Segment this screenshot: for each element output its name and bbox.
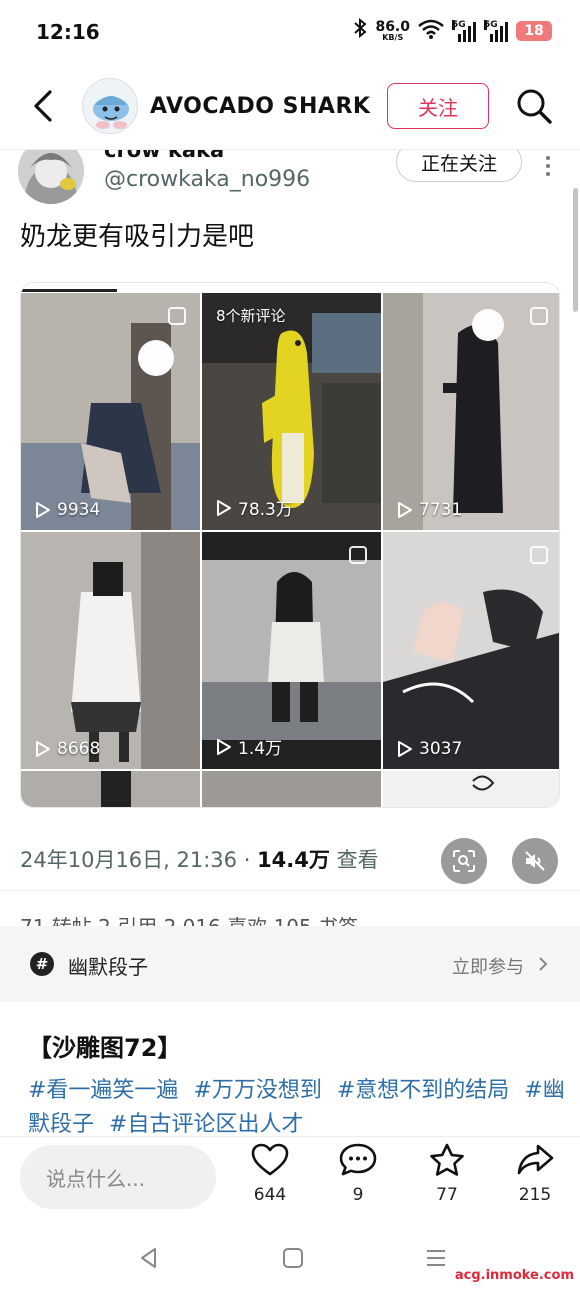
- follow-button[interactable]: 关注: [387, 83, 489, 129]
- media-thumbnail[interactable]: 9934: [21, 293, 200, 530]
- scrollbar[interactable]: [573, 188, 578, 312]
- media-thumbnail[interactable]: [21, 771, 200, 807]
- wifi-icon: [418, 19, 444, 43]
- signal-icon-sim2: 5G: [484, 19, 508, 42]
- status-bar: 12:16 86.0 KB/S 5G 5G 18: [0, 0, 580, 64]
- scan-icon[interactable]: [441, 838, 487, 884]
- heart-icon: [251, 1143, 289, 1176]
- tweet-text: 奶龙更有吸引力是吧: [20, 222, 255, 252]
- play-icon: [217, 499, 231, 516]
- nav-recents-icon[interactable]: [424, 1246, 448, 1270]
- tweet-stats-text: 71 转帖 2 引用 2,016 喜欢 105 书签: [20, 911, 358, 926]
- bluetooth-icon: [353, 17, 367, 43]
- play-icon: [398, 502, 412, 518]
- hashtag-list: #看一遍笑一遍 #万万没想到 #意想不到的结局 #幽默段子 #自古评论区出人才: [28, 1074, 568, 1136]
- media-thumbnail[interactable]: 8个新评论 78.3万: [202, 293, 381, 530]
- play-icon: [217, 738, 231, 755]
- video-view-count: 78.3万: [216, 495, 293, 520]
- new-comments-badge: 8个新评论: [216, 307, 286, 325]
- video-view-count: 1.4万: [216, 734, 282, 759]
- hashtag-link[interactable]: #看一遍笑一遍: [28, 1078, 178, 1103]
- mute-icon[interactable]: [512, 838, 558, 884]
- nav-back-icon[interactable]: [137, 1246, 161, 1270]
- like-count: 644: [253, 1185, 287, 1205]
- play-icon: [36, 502, 50, 518]
- more-options-icon[interactable]: [544, 154, 552, 178]
- back-arrow-icon[interactable]: [28, 86, 58, 126]
- share-count: 215: [518, 1185, 552, 1205]
- star-icon: [430, 1143, 464, 1176]
- favorite-count: 77: [436, 1185, 458, 1205]
- author-avatar[interactable]: [18, 150, 84, 204]
- media-thumbnail[interactable]: 7731: [383, 293, 559, 530]
- tweet-view-count: 14.4万: [257, 848, 330, 872]
- channel-avatar[interactable]: [82, 78, 138, 134]
- video-view-count: 7731: [397, 500, 462, 520]
- hashtag-link[interactable]: #意想不到的结局: [337, 1078, 509, 1103]
- watermark: acg.inmoke.com: [454, 1268, 574, 1283]
- topic-bar[interactable]: # 幽默段子 立即参与: [0, 926, 580, 1002]
- video-view-count: 8668: [35, 739, 100, 759]
- video-view-count: 3037: [397, 739, 462, 759]
- post-title: 【沙雕图72】: [28, 1034, 182, 1062]
- comment-count: 9: [352, 1185, 364, 1205]
- battery-icon: 18: [516, 20, 552, 41]
- play-icon: [36, 741, 50, 757]
- select-checkbox[interactable]: [530, 546, 548, 564]
- select-checkbox[interactable]: [168, 307, 186, 325]
- embedded-tweet: crow kaka @crowkaka_no996 正在关注 奶龙更有吸引力是吧…: [0, 150, 580, 890]
- comment-input[interactable]: 说点什么...: [20, 1145, 216, 1209]
- nav-home-icon[interactable]: [281, 1246, 305, 1270]
- media-tab-indicator: [21, 289, 117, 292]
- media-thumbnail[interactable]: [202, 771, 381, 807]
- join-topic-link[interactable]: 立即参与: [452, 953, 524, 979]
- following-button[interactable]: 正在关注: [396, 150, 522, 182]
- search-icon[interactable]: [514, 86, 554, 126]
- media-thumbnail[interactable]: 8668: [21, 532, 200, 769]
- media-thumbnail[interactable]: 3037: [383, 532, 559, 769]
- select-checkbox[interactable]: [349, 546, 367, 564]
- channel-title: AVOCADO SHARK: [150, 94, 371, 119]
- hashtag-link[interactable]: #万万没想到: [193, 1078, 321, 1103]
- author-name[interactable]: crow kaka: [104, 150, 224, 162]
- comment-button[interactable]: 9: [328, 1143, 388, 1205]
- like-button[interactable]: 644: [240, 1143, 300, 1205]
- play-icon: [398, 741, 412, 757]
- tweet-view-label: 查看: [329, 848, 379, 872]
- media-thumbnail[interactable]: 1.4万: [202, 532, 381, 769]
- author-handle[interactable]: @crowkaka_no996: [104, 167, 310, 192]
- tweet-meta: 24年10月16日, 21:36 · 14.4万 查看: [20, 844, 379, 874]
- share-icon: [517, 1144, 554, 1175]
- chevron-right-icon: [536, 954, 550, 974]
- video-view-count: 9934: [35, 500, 100, 520]
- favorite-button[interactable]: 77: [417, 1143, 477, 1205]
- comment-icon: [339, 1143, 377, 1176]
- topic-name: 幽默段子: [68, 955, 148, 979]
- select-checkbox[interactable]: [530, 307, 548, 325]
- bottom-action-bar: 说点什么... 644 9 77 215: [0, 1136, 580, 1226]
- share-button[interactable]: 215: [505, 1143, 565, 1205]
- status-icons: 86.0 KB/S 5G 5G 18: [353, 17, 552, 43]
- media-thumbnail[interactable]: [383, 771, 559, 807]
- media-grid: 9934 8个新评论 78.3万 7731 8668 1.4万 3037: [20, 282, 560, 808]
- tweet-date: 24年10月16日, 21:36 ·: [20, 848, 258, 872]
- hashtag-icon: #: [30, 952, 54, 976]
- signal-icon-sim1: 5G: [452, 19, 476, 42]
- tweet-stats: 71 转帖 2 引用 2,016 喜欢 105 书签: [0, 890, 580, 926]
- hashtag-link[interactable]: #自古评论区出人才: [109, 1112, 303, 1136]
- network-speed: 86.0 KB/S: [375, 18, 410, 42]
- status-time: 12:16: [36, 20, 100, 44]
- app-bar: AVOCADO SHARK 关注: [0, 64, 580, 150]
